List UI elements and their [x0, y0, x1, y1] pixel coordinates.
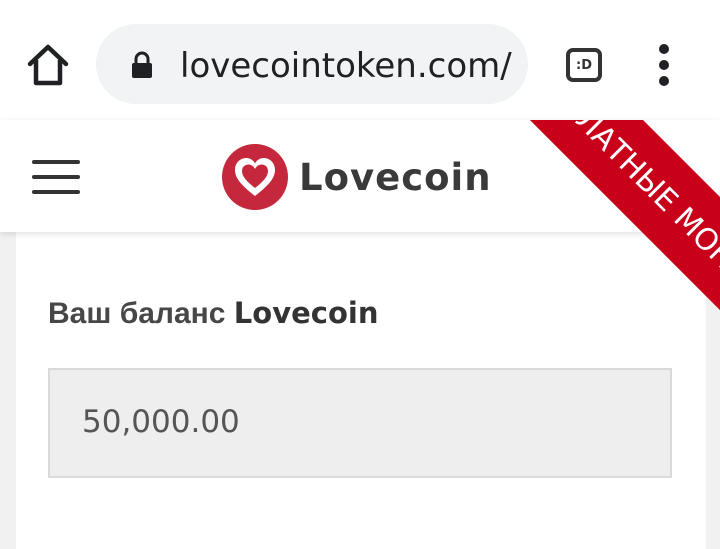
heart-logo-icon [222, 144, 288, 210]
balance-field: 50,000.00 [48, 368, 672, 478]
home-button[interactable] [24, 40, 72, 90]
site-logo[interactable]: Lovecoin [221, 142, 492, 212]
address-bar[interactable]: lovecointoken.com/ [96, 24, 528, 104]
more-vert-icon[interactable] [650, 44, 678, 86]
home-icon [27, 44, 69, 86]
lock-icon [132, 51, 152, 78]
balance-label-brand: Lovecoin [233, 296, 379, 330]
browser-toolbar: lovecointoken.com/ :D [0, 0, 720, 120]
balance-card: Ваш баланс Lovecoin 50,000.00 [16, 232, 706, 549]
hamburger-icon[interactable] [32, 160, 80, 194]
url-text[interactable]: lovecointoken.com/ [180, 46, 512, 86]
tab-switcher-button[interactable]: :D [566, 48, 602, 82]
balance-label: Ваш баланс Lovecoin [48, 296, 378, 331]
balance-label-prefix: Ваш баланс [48, 297, 226, 330]
tab-switcher-icon: :D [576, 57, 592, 73]
balance-value: 50,000.00 [82, 404, 240, 440]
brand-name: Lovecoin [299, 155, 492, 199]
